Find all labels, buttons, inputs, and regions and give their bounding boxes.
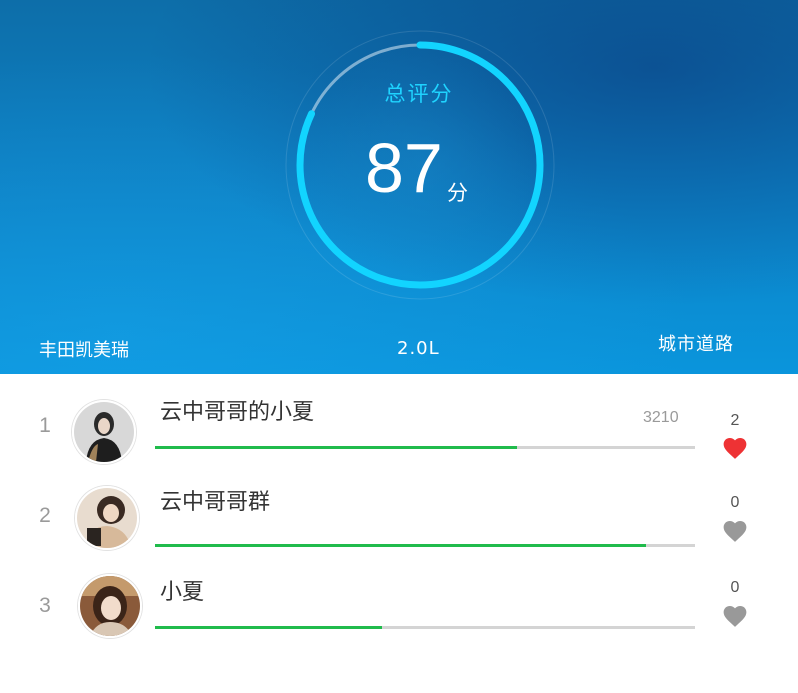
progress-fill <box>155 544 647 547</box>
user-score: 3210 <box>643 409 679 426</box>
avatar[interactable] <box>78 574 142 638</box>
like-count: 0 <box>730 494 740 511</box>
rank-number: 3 <box>39 594 51 617</box>
score-value: 87 <box>365 129 443 207</box>
heart-icon[interactable] <box>722 436 748 460</box>
heart-icon[interactable] <box>722 604 748 628</box>
score-header: 总评分 87 分 丰田凯美瑞 2.0L 城市道路 <box>0 0 798 374</box>
progress-fill <box>155 446 517 449</box>
rank-number: 1 <box>39 414 51 437</box>
ranking-row[interactable]: 2 云中哥哥群 0 <box>0 464 798 554</box>
progress-fill <box>155 626 382 629</box>
ranking-row[interactable]: 3 小夏 0 <box>0 554 798 644</box>
road-type-label: 城市道路 <box>658 334 734 355</box>
user-name: 云中哥哥群 <box>160 490 271 515</box>
user-name: 小夏 <box>160 580 205 605</box>
progress-track <box>155 626 695 629</box>
like-count: 0 <box>730 579 740 596</box>
like-count: 2 <box>730 412 740 429</box>
car-model-label: 丰田凯美瑞 <box>39 340 129 361</box>
ranking-row[interactable]: 1 云中哥哥的小夏 3210 2 <box>0 374 798 464</box>
user-name: 云中哥哥的小夏 <box>160 400 315 425</box>
progress-track <box>155 544 695 547</box>
score-title: 总评分 <box>384 82 454 106</box>
avatar[interactable] <box>72 400 136 464</box>
score-unit: 分 <box>447 181 468 205</box>
progress-track <box>155 446 695 449</box>
heart-icon[interactable] <box>722 519 748 543</box>
rank-number: 2 <box>39 504 51 527</box>
engine-displacement-label: 2.0L <box>397 338 440 359</box>
avatar[interactable] <box>75 486 139 550</box>
